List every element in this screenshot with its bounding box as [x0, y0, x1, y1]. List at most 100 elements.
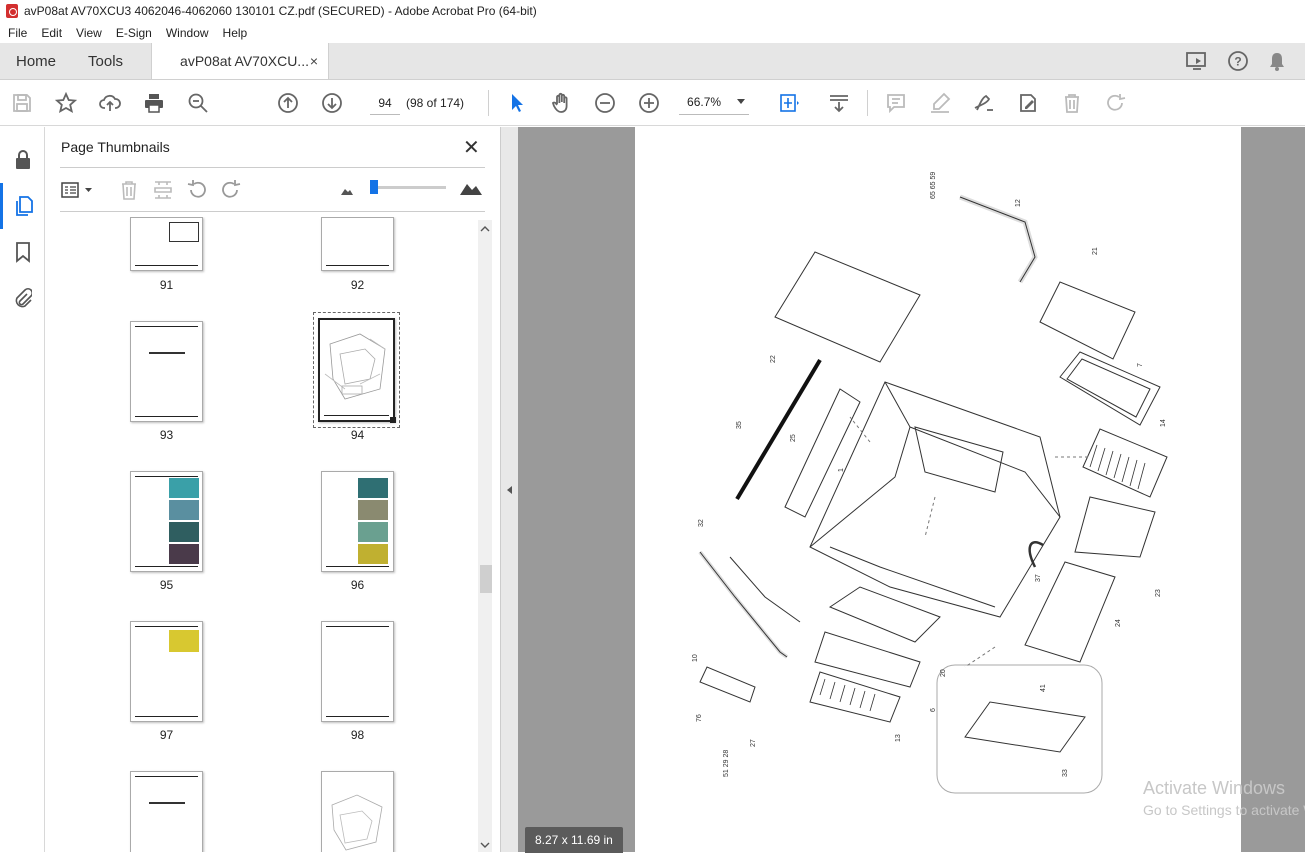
page-thumbnails-panel: Page Thumbnails ✕ 91 92 93 94 95 96 97 9… — [45, 127, 500, 852]
thumb-footer-line — [135, 716, 198, 717]
insert-page-icon[interactable] — [152, 179, 174, 201]
thumb-header-line — [135, 776, 198, 777]
save-button[interactable] — [0, 80, 44, 126]
help-icon[interactable]: ? — [1227, 50, 1249, 72]
delete-button[interactable] — [1050, 80, 1094, 126]
thumbnail-page-96[interactable] — [321, 471, 394, 572]
thumbnail-page-92[interactable] — [321, 217, 394, 271]
security-rail-button[interactable] — [0, 137, 45, 183]
zoom-out-button[interactable] — [583, 80, 627, 126]
small-thumbnail-icon[interactable] — [340, 184, 354, 196]
thumbnail-label: 92 — [350, 278, 365, 292]
svg-text:21: 21 — [1092, 247, 1099, 255]
scroll-mode-icon — [830, 94, 849, 112]
thumbnail-page-93[interactable] — [130, 321, 203, 422]
menu-view[interactable]: View — [68, 26, 108, 40]
attachments-rail-button[interactable] — [0, 275, 45, 321]
bookmarks-rail-button[interactable] — [0, 229, 45, 275]
share-screen-icon[interactable] — [1185, 50, 1209, 72]
menu-bar: File Edit View E-Sign Window Help — [0, 22, 1305, 43]
toolbar-divider — [488, 89, 490, 116]
thumb-footer-line — [135, 265, 198, 266]
menu-edit[interactable]: Edit — [33, 26, 68, 40]
svg-text:35: 35 — [736, 421, 743, 429]
page-thumbnails-rail-button[interactable] — [0, 183, 45, 229]
menu-esign[interactable]: E-Sign — [108, 26, 158, 40]
scroll-down-icon[interactable] — [479, 840, 491, 850]
thumbnail-page-100[interactable] — [321, 771, 394, 852]
sign-icon — [974, 94, 994, 111]
next-page-button[interactable] — [310, 80, 354, 126]
rotate-left-icon[interactable] — [186, 179, 208, 201]
zoom-in-button[interactable] — [627, 80, 671, 126]
thumb-table — [169, 222, 199, 242]
thumbnail-page-98[interactable] — [321, 621, 394, 722]
svg-text:32: 32 — [698, 519, 705, 527]
notification-bell-icon[interactable] — [1267, 50, 1287, 72]
thumbnail-page-95[interactable] — [130, 471, 203, 572]
rotate-right-icon[interactable] — [220, 179, 242, 201]
svg-text:1: 1 — [838, 468, 845, 472]
select-tool-button[interactable] — [495, 80, 539, 126]
thumbnail-page-91[interactable] — [130, 217, 203, 271]
document-view[interactable]: 65 65 59 12 21 22 7 14 35 25 1 23 24 37 … — [518, 127, 1305, 853]
slider-knob[interactable] — [370, 180, 378, 194]
tab-document[interactable]: avP08at AV70XCU... × — [151, 43, 330, 79]
thumbnail-page-94[interactable] — [318, 318, 396, 423]
svg-text:27: 27 — [750, 739, 757, 747]
collapse-panel-icon[interactable] — [506, 485, 514, 495]
panel-splitter[interactable] — [500, 127, 518, 852]
edit-pdf-button[interactable] — [1006, 80, 1050, 126]
thumbnail-scrollbar[interactable] — [478, 220, 492, 852]
thumbnail-size-slider[interactable] — [370, 180, 446, 194]
redo-button[interactable] — [1094, 80, 1138, 126]
delete-page-icon[interactable] — [118, 179, 140, 201]
page-number-input[interactable]: 94 — [370, 91, 400, 115]
thumb-photo — [169, 522, 199, 542]
menu-help[interactable]: Help — [215, 26, 254, 40]
options-menu-icon[interactable] — [60, 179, 96, 201]
find-button[interactable] — [176, 80, 220, 126]
upload-button[interactable] — [88, 80, 132, 126]
tab-close-icon[interactable]: × — [310, 53, 318, 69]
menu-window[interactable]: Window — [158, 26, 215, 40]
window-titlebar: avP08at AV70XCU3 4062046-4062060 130101 … — [0, 0, 1305, 22]
print-button[interactable] — [132, 80, 176, 126]
zoom-select[interactable]: 66.7% — [679, 91, 750, 115]
watermark-line2: Go to Settings to activate Windows. — [1143, 802, 1305, 818]
previous-page-button[interactable] — [266, 80, 310, 126]
zoom-value: 66.7% — [687, 95, 722, 109]
thumbnail-page-97[interactable] — [130, 621, 203, 722]
scroll-mode-button[interactable] — [817, 80, 861, 126]
toolbar-divider — [867, 89, 869, 116]
thumb-footer-line — [326, 566, 389, 567]
highlight-button[interactable] — [918, 80, 962, 126]
scroll-up-icon[interactable] — [479, 224, 491, 234]
tab-home[interactable]: Home — [0, 43, 72, 79]
sign-button[interactable] — [962, 80, 1006, 126]
svg-text:?: ? — [1234, 55, 1241, 69]
hand-tool-button[interactable] — [539, 80, 583, 126]
thumb-footer-line — [135, 566, 198, 567]
svg-text:23: 23 — [1155, 589, 1162, 597]
thumbnail-label: 96 — [350, 578, 365, 592]
comment-button[interactable] — [874, 80, 918, 126]
large-thumbnail-icon[interactable] — [459, 180, 483, 196]
header-right-icons: ? — [1185, 43, 1305, 79]
thumb-photo — [358, 522, 388, 542]
fit-page-button[interactable] — [761, 80, 817, 126]
thumbnail-label: 91 — [159, 278, 174, 292]
hand-icon — [551, 92, 568, 113]
thumbnail-page-99[interactable] — [130, 771, 203, 852]
zoom-search-icon — [188, 93, 208, 113]
panel-close-icon[interactable]: ✕ — [463, 135, 480, 160]
menu-file[interactable]: File — [0, 26, 33, 40]
exploded-parts-diagram: 65 65 59 12 21 22 7 14 35 25 1 23 24 37 … — [692, 172, 1168, 794]
edit-icon — [1020, 93, 1036, 112]
thumb-selection-handle[interactable] — [390, 417, 396, 423]
bookmark-star-button[interactable] — [44, 80, 88, 126]
svg-text:25: 25 — [790, 434, 797, 442]
watermark-line1: Activate Windows — [1143, 778, 1286, 798]
tab-tools[interactable]: Tools — [72, 43, 139, 79]
scrollbar-thumb[interactable] — [480, 565, 492, 593]
